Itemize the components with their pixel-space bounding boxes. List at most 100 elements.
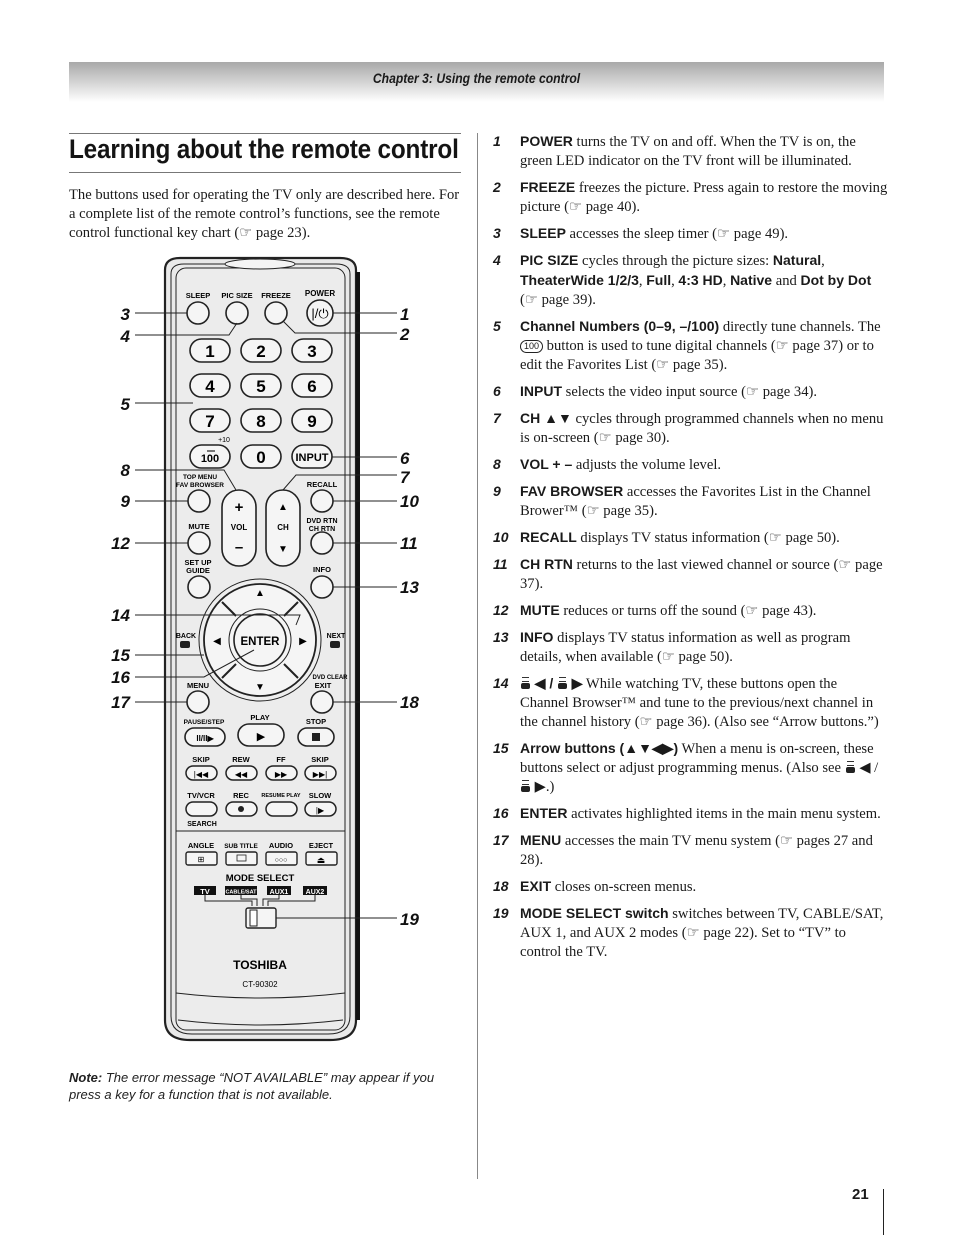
- record-icon: [238, 806, 244, 812]
- skip-fwd-icon: ▶▶|: [313, 770, 327, 779]
- chapter-title: Chapter 3: Using the remote control: [372, 71, 581, 86]
- pic-size-button[interactable]: [225, 301, 249, 325]
- channel-up-icon: ▲: [278, 502, 288, 513]
- digit-label: 3: [307, 342, 316, 361]
- item-number: 4: [493, 252, 501, 268]
- label-guide: GUIDE: [186, 566, 210, 575]
- page-title: Learning about the remote control: [69, 134, 459, 164]
- label-menu: MENU: [187, 681, 209, 690]
- mode-switch-knob[interactable]: [249, 909, 258, 927]
- digit-label: 9: [307, 412, 316, 431]
- arrow-right-icon[interactable]: ▶: [299, 636, 307, 647]
- label-dvd-rtn: DVD RTN: [306, 518, 337, 525]
- rewind-icon: ◀◀: [235, 770, 248, 779]
- callout-3: 3: [121, 305, 131, 324]
- pic-size-option: Natural: [772, 252, 822, 268]
- back-ch-icon: [845, 760, 856, 774]
- item-text: activates highlighted items in the main …: [567, 806, 881, 822]
- item-key: ◀ /: [859, 760, 879, 776]
- description-item: 5 Channel Numbers (0–9, –/100) directly t…: [493, 317, 888, 375]
- item-number: 3: [493, 225, 501, 241]
- callout-16: 16: [111, 668, 130, 687]
- callout-12: 12: [111, 534, 130, 553]
- fav-browser-button[interactable]: [187, 489, 211, 513]
- label-back: BACK: [176, 633, 196, 640]
- pause-step-icon: II/II▶: [196, 734, 214, 743]
- item-number: 19: [493, 905, 509, 921]
- arrow-down-icon[interactable]: ▼: [255, 682, 265, 693]
- eject-icon: ⏏: [317, 855, 326, 865]
- mode-aux1-label: AUX1: [270, 889, 289, 896]
- slow-icon: |▶: [316, 806, 325, 815]
- note-label: Note:: [69, 1070, 103, 1085]
- info-button[interactable]: [310, 575, 334, 599]
- sleep-button[interactable]: [186, 301, 210, 325]
- item-text: reduces or turns off the sound (☞ page 4…: [559, 603, 817, 619]
- callout-17: 17: [111, 693, 131, 712]
- digit-label: 2: [256, 342, 265, 361]
- item-number: 15: [493, 740, 509, 756]
- item-key: FAV BROWSER: [520, 483, 624, 499]
- item-number: 9: [493, 483, 501, 499]
- item-key: RECALL: [520, 529, 577, 545]
- item-number: 10: [493, 529, 509, 545]
- skip-back-icon: |◀◀: [194, 770, 209, 779]
- column-divider: [477, 133, 478, 1179]
- item-key: SLEEP: [520, 225, 566, 241]
- description-item: 18 EXIT closes on-screen menus.: [493, 877, 888, 897]
- item-key: ▶: [534, 779, 546, 795]
- brand-logo: TOSHIBA: [233, 958, 287, 972]
- callout-2: 2: [399, 325, 410, 344]
- label-sub-title: SUB TITLE: [224, 843, 258, 850]
- label-play: PLAY: [250, 713, 269, 722]
- resume-play-button[interactable]: [265, 801, 298, 817]
- item-text: displays TV status information (☞ page 5…: [576, 530, 840, 546]
- recall-button[interactable]: [310, 489, 334, 513]
- label-search: SEARCH: [187, 821, 217, 828]
- label-ch: CH: [277, 523, 289, 532]
- exit-button[interactable]: [310, 690, 334, 714]
- label-pause-step: PAUSE/STEP: [184, 719, 225, 726]
- description-item: 16 ENTER activates highlighted items in t…: [493, 804, 888, 824]
- callout-10: 10: [400, 492, 419, 511]
- tv-vcr-button[interactable]: [185, 801, 218, 817]
- pic-size-option: TheaterWide 1/2/3: [520, 272, 639, 288]
- item-text: freezes the picture. Press again to rest…: [520, 180, 888, 215]
- callout-4: 4: [120, 327, 131, 346]
- item-text: .): [545, 779, 555, 795]
- arrow-up-icon[interactable]: ▲: [255, 588, 265, 599]
- chapter-header-band: Chapter 3: Using the remote control: [69, 62, 884, 102]
- freeze-button[interactable]: [264, 301, 288, 325]
- label-mode-select: MODE SELECT: [226, 873, 295, 884]
- description-item: 8 VOL + – adjusts the volume level.: [493, 455, 888, 475]
- model-number: CT-90302: [242, 980, 278, 989]
- mute-button[interactable]: [187, 531, 211, 555]
- item-key: Arrow buttons (▲▼◀▶): [520, 740, 679, 756]
- label-tv-vcr: TV/VCR: [187, 791, 215, 800]
- pic-size-option: Full: [646, 272, 672, 288]
- item-number: 16: [493, 805, 509, 821]
- item-number: 12: [493, 602, 509, 618]
- callout-6: 6: [400, 449, 410, 468]
- pic-size-option: Dot by Dot: [800, 272, 872, 288]
- description-item: 12 MUTE reduces or turns off the sound (☞…: [493, 601, 888, 621]
- label-resume-play: RESUME PLAY: [261, 793, 301, 799]
- item-key: Channel Numbers (0–9, –/100): [520, 318, 720, 334]
- item-key: CH ▲▼: [520, 410, 572, 426]
- menu-button[interactable]: [186, 690, 210, 714]
- item-text: cycles through the picture sizes:: [578, 253, 773, 269]
- ch-rtn-button[interactable]: [310, 531, 334, 555]
- pic-size-option: Native: [730, 272, 773, 288]
- callout-7: 7: [400, 468, 411, 487]
- page-number: 21: [852, 1186, 869, 1203]
- item-text: button is used to tune digital channels …: [520, 338, 874, 373]
- label-next: NEXT: [327, 633, 346, 640]
- setup-guide-button[interactable]: [187, 575, 211, 599]
- label-slow: SLOW: [309, 791, 332, 800]
- callout-15: 15: [111, 646, 130, 665]
- callout-18: 18: [400, 693, 419, 712]
- arrow-left-icon[interactable]: ◀: [213, 636, 221, 647]
- item-text: closes on-screen menus.: [551, 879, 697, 895]
- label-exit: EXIT: [315, 681, 332, 690]
- sub-title-button[interactable]: [225, 851, 258, 866]
